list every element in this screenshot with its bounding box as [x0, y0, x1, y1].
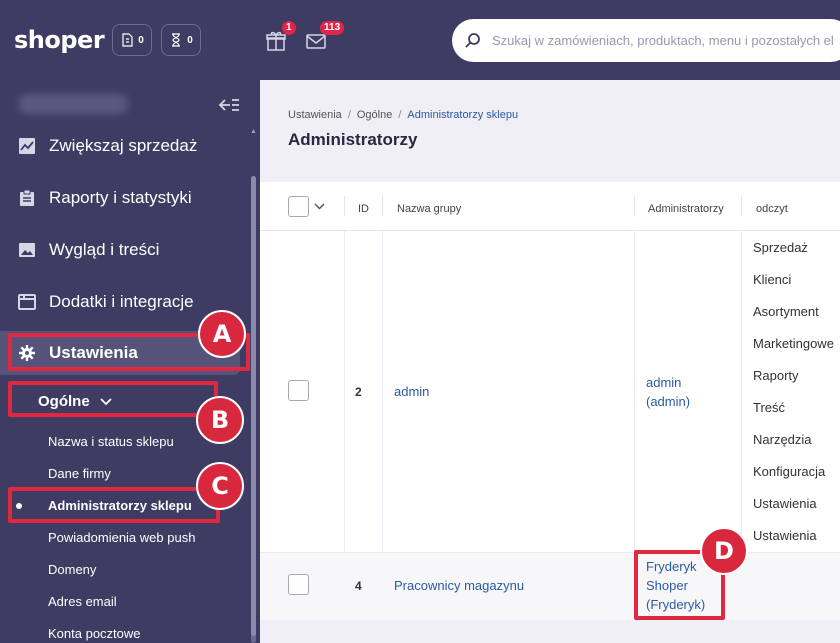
- row-background: [260, 553, 840, 620]
- top-bar: shoper 0 0 1 113: [0, 0, 840, 80]
- permission-item: Raporty: [753, 368, 799, 383]
- sidebar-scrollbar-thumb[interactable]: [251, 176, 256, 636]
- admin-name: admin: [646, 375, 682, 390]
- permission-item: Marketingowe: [753, 336, 834, 351]
- orders-counter[interactable]: 0: [112, 24, 152, 56]
- permission-item: Konfiguracja: [753, 464, 826, 479]
- sidebar-item-label: Wygląd i treści: [49, 240, 160, 259]
- row-id: 2: [355, 385, 362, 399]
- admin-login: (admin): [646, 394, 691, 409]
- annotation-label-b: B: [196, 396, 244, 444]
- sidebar-item-label: Dodatki i integracje: [49, 292, 194, 311]
- orders-count: 0: [138, 34, 144, 46]
- mail-badge: 113: [320, 21, 345, 35]
- select-all-checkbox[interactable]: [288, 196, 309, 217]
- column-divider: [344, 196, 345, 216]
- permission-item: Klienci: [753, 272, 792, 287]
- breadcrumb-general[interactable]: Ogólne: [357, 109, 392, 121]
- annotation-box-c: [8, 487, 220, 523]
- submenu-item-company[interactable]: Dane firmy: [48, 466, 111, 481]
- search-input[interactable]: [492, 33, 840, 48]
- submenu-item-email[interactable]: Adres email: [48, 594, 117, 609]
- annotation-label-d: D: [700, 527, 748, 575]
- group-name-link[interactable]: Pracownicy magazynu: [394, 576, 524, 595]
- sidebar-item-sales[interactable]: Zwiększaj sprzedaż: [0, 124, 240, 168]
- submenu-item-mail-accounts[interactable]: Konta pocztowe: [48, 626, 141, 641]
- permission-item: Narzędzia: [753, 432, 812, 447]
- column-divider: [741, 196, 742, 216]
- puzzle-window-icon: [18, 294, 36, 310]
- blurred-shop-name: [18, 94, 128, 114]
- submenu-item-shop-status[interactable]: Nazwa i status sklepu: [48, 434, 174, 449]
- row-checkbox[interactable]: [288, 574, 309, 595]
- sidebar-item-appearance[interactable]: Wygląd i treści: [0, 228, 240, 272]
- sidebar-item-reports[interactable]: Raporty i statystyki: [0, 176, 240, 220]
- header-read: odczyt: [756, 203, 788, 215]
- search-bar[interactable]: [452, 19, 840, 62]
- table-header: ID Nazwa grupy Administratorzy odczyt: [260, 182, 840, 231]
- scroll-up-arrow[interactable]: ▲: [250, 128, 257, 135]
- pending-counter[interactable]: 0: [161, 24, 201, 56]
- annotation-label-a: A: [198, 310, 246, 358]
- breadcrumb-separator: /: [398, 109, 402, 121]
- admins-table: ID Nazwa grupy Administratorzy odczyt 2 …: [260, 182, 840, 620]
- search-icon: [465, 32, 480, 48]
- collapse-sidebar-icon[interactable]: [218, 96, 240, 114]
- shoper-logo[interactable]: shoper: [14, 26, 105, 54]
- breadcrumb: Ustawienia / Ogólne / Administratorzy sk…: [288, 109, 518, 121]
- sidebar-item-label: Zwiększaj sprzedaż: [49, 136, 198, 155]
- image-icon: [19, 243, 35, 257]
- clipboard-icon: [20, 189, 34, 206]
- submenu-item-domains[interactable]: Domeny: [48, 562, 96, 577]
- header-group-name[interactable]: Nazwa grupy: [397, 203, 461, 215]
- gift-badge: 1: [282, 21, 296, 35]
- row-checkbox[interactable]: [288, 380, 309, 401]
- admin-link[interactable]: admin (admin): [646, 373, 690, 411]
- document-icon: [122, 33, 133, 47]
- breadcrumb-settings[interactable]: Ustawienia: [288, 109, 342, 121]
- permission-item: Sprzedaż: [753, 240, 808, 255]
- submenu-item-web-push[interactable]: Powiadomienia web push: [48, 530, 195, 545]
- annotation-label-c: C: [196, 462, 244, 510]
- column-divider: [634, 196, 635, 216]
- breadcrumb-administrators[interactable]: Administratorzy sklepu: [407, 109, 518, 121]
- trend-chart-icon: [19, 138, 35, 154]
- page-title: Administratorzy: [288, 130, 418, 149]
- annotation-box-b: [8, 381, 218, 417]
- column-divider: [382, 196, 383, 216]
- header-administrators: Administratorzy: [648, 203, 724, 215]
- hourglass-icon: [172, 33, 181, 47]
- chevron-down-icon[interactable]: [314, 203, 325, 210]
- pending-count: 0: [187, 34, 193, 46]
- sidebar-item-label: Raporty i statystyki: [49, 188, 192, 207]
- group-name-link[interactable]: admin: [394, 382, 429, 401]
- permission-item: Asortyment: [753, 304, 819, 319]
- breadcrumb-separator: /: [347, 109, 351, 121]
- permission-item: Treść: [753, 400, 786, 415]
- row-id: 4: [355, 579, 362, 593]
- header-id[interactable]: ID: [358, 203, 369, 215]
- permission-item: Ustawienia: [753, 528, 817, 543]
- permission-item: Ustawienia: [753, 496, 817, 511]
